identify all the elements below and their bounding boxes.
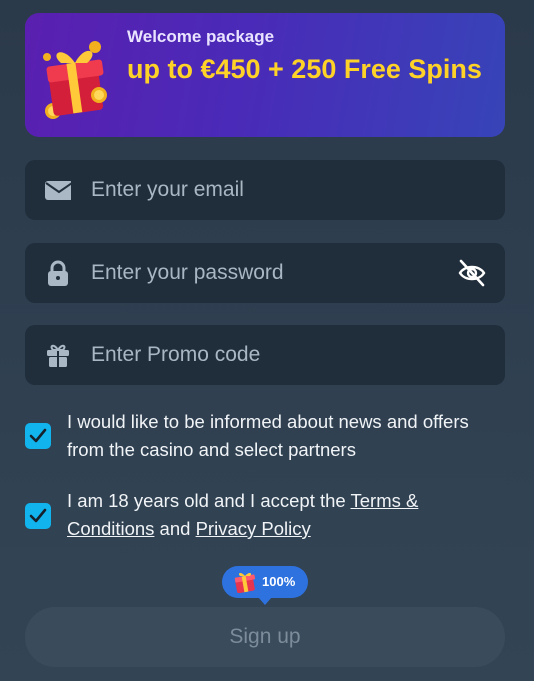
banner-offer: up to €450 + 250 Free Spins xyxy=(127,54,482,84)
welcome-banner[interactable]: Welcome package up to €450 + 250 Free Sp… xyxy=(25,13,505,137)
bonus-badge-text: 100% xyxy=(262,574,296,589)
privacy-policy-link[interactable]: Privacy Policy xyxy=(196,518,311,539)
email-input[interactable] xyxy=(91,160,451,220)
age-consent-checkbox[interactable] xyxy=(25,503,51,529)
gift-icon xyxy=(47,344,69,367)
envelope-icon xyxy=(45,181,71,200)
bonus-badge: 100% xyxy=(222,566,308,605)
checkmark-icon xyxy=(29,508,47,523)
age-consent-prefix: I am 18 years old and I accept the xyxy=(67,490,351,511)
checkmark-icon xyxy=(29,428,47,443)
gift-box-with-coins-icon xyxy=(43,41,107,119)
password-field-container xyxy=(25,243,505,303)
email-field-container xyxy=(25,160,505,220)
gift-icon xyxy=(234,572,256,593)
password-input[interactable] xyxy=(91,243,451,303)
promo-code-input[interactable] xyxy=(91,325,451,385)
news-consent-label: I would like to be informed about news a… xyxy=(67,411,469,460)
banner-label: Welcome package xyxy=(127,27,275,46)
news-consent-checkbox[interactable] xyxy=(25,423,51,449)
age-consent-label: I am 18 years old and I accept the Terms… xyxy=(67,487,507,543)
eye-slash-icon[interactable] xyxy=(457,258,487,288)
lock-icon xyxy=(48,260,68,286)
signup-button[interactable]: Sign up xyxy=(25,607,505,667)
promo-field-container xyxy=(25,325,505,385)
age-consent-middle: and xyxy=(154,518,196,539)
